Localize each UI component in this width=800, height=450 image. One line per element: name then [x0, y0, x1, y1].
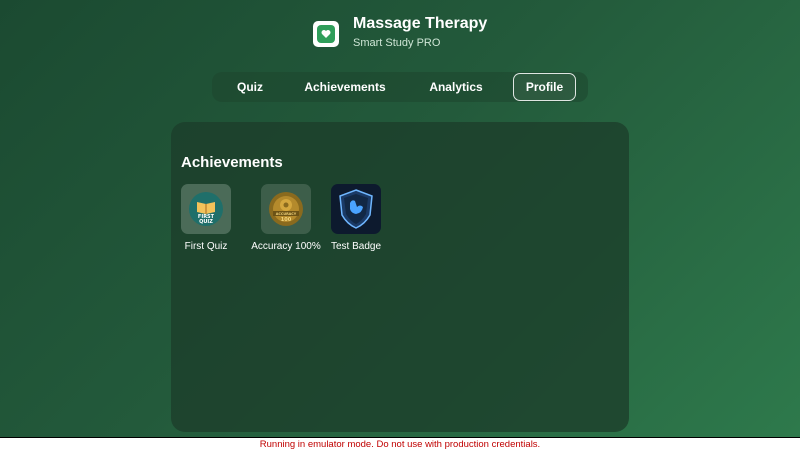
shield-icon: [331, 184, 381, 234]
tab-quiz[interactable]: Quiz: [222, 73, 278, 101]
achievements-panel: Achievements FIRST QUIZ First Quiz ACCUR…: [171, 122, 629, 432]
badge-icon-text: 100: [281, 217, 292, 223]
open-book-icon: FIRST QUIZ: [181, 184, 231, 234]
tab-profile[interactable]: Profile: [513, 73, 576, 101]
badge-accuracy-100[interactable]: ACCURACY 100 Accuracy 100%: [246, 184, 326, 252]
badge-label: Accuracy 100%: [251, 241, 321, 252]
badge-icon-text: ACCURACY: [276, 212, 297, 216]
badge-label: First Quiz: [184, 241, 228, 252]
target-medal-icon: ACCURACY 100: [261, 184, 311, 234]
app-subtitle: Smart Study PRO: [353, 37, 441, 49]
app-header: Massage Therapy Smart Study PRO: [313, 14, 487, 50]
badge-icon-text: QUIZ: [199, 219, 213, 225]
tab-analytics[interactable]: Analytics: [414, 73, 498, 101]
emulator-warning-bar: Running in emulator mode. Do not use wit…: [0, 437, 800, 450]
app-title: Massage Therapy: [353, 15, 488, 32]
achievements-title: Achievements: [181, 154, 283, 171]
tab-bar: Quiz Achievements Analytics Profile: [212, 72, 588, 102]
emulator-warning-text: Running in emulator mode. Do not use wit…: [259, 438, 541, 450]
badge-label: Test Badge: [330, 241, 382, 252]
tab-achievements[interactable]: Achievements: [290, 73, 400, 101]
badge-first-quiz[interactable]: FIRST QUIZ First Quiz: [181, 184, 231, 252]
heart-hands-icon: [313, 20, 339, 47]
badge-test[interactable]: Test Badge: [331, 184, 381, 252]
